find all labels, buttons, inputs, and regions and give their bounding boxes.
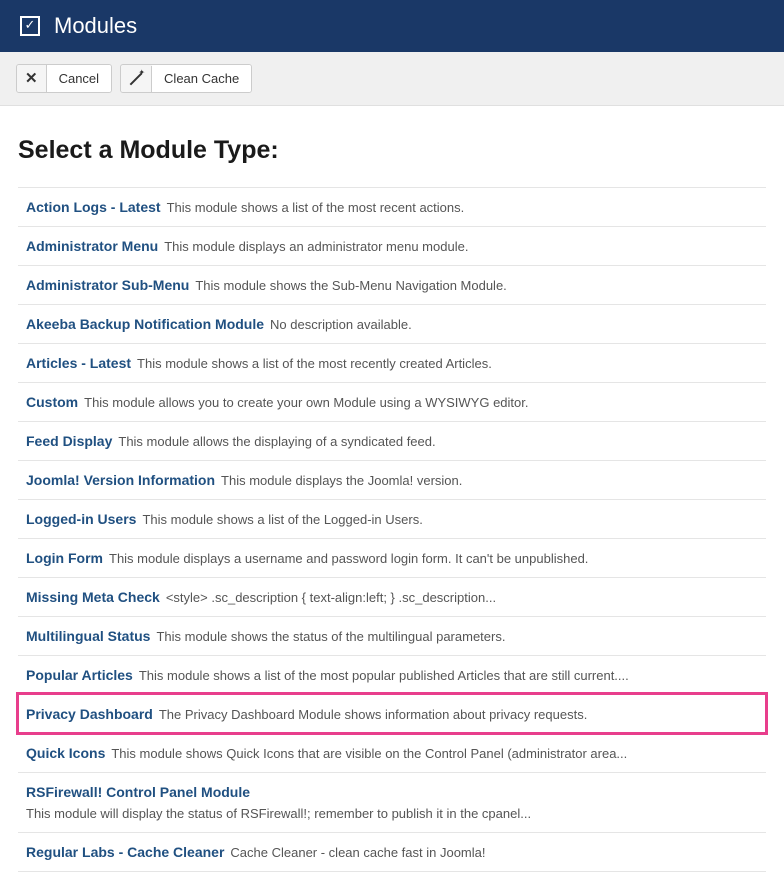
module-name: RSFirewall! Control Panel Module [26, 784, 250, 800]
module-name: Multilingual Status [26, 628, 150, 644]
module-description: This module shows the status of the mult… [156, 629, 505, 644]
module-description: The Privacy Dashboard Module shows infor… [159, 707, 588, 722]
module-name: Privacy Dashboard [26, 706, 153, 722]
module-name: Login Form [26, 550, 103, 566]
module-description: This module shows Quick Icons that are v… [111, 746, 627, 761]
module-item[interactable]: Feed Display This module allows the displ… [18, 421, 766, 460]
module-name: Administrator Sub-Menu [26, 277, 189, 293]
module-item[interactable]: RSFirewall! Control Panel Module This mod… [18, 772, 766, 832]
module-item[interactable]: Akeeba Backup Notification Module No desc… [18, 304, 766, 343]
module-item[interactable]: Login Form This module displays a usernam… [18, 538, 766, 577]
module-name: Custom [26, 394, 78, 410]
module-name: Articles - Latest [26, 355, 131, 371]
module-item[interactable]: Action Logs - Latest This module shows a … [18, 187, 766, 226]
module-list: Action Logs - Latest This module shows a … [18, 187, 766, 872]
module-description: This module displays a username and pass… [109, 551, 588, 566]
module-name: Popular Articles [26, 667, 133, 683]
module-name: Action Logs - Latest [26, 199, 161, 215]
module-description: This module shows a list of the most pop… [139, 668, 629, 683]
clean-cache-button-label: Clean Cache [152, 65, 251, 92]
module-name: Administrator Menu [26, 238, 158, 254]
module-item[interactable]: Logged-in Users This module shows a list … [18, 499, 766, 538]
module-description: This module shows the Sub-Menu Navigatio… [195, 278, 506, 293]
module-item[interactable]: Administrator Menu This module displays a… [18, 226, 766, 265]
cancel-button-label: Cancel [47, 65, 111, 92]
page-header: Modules [0, 0, 784, 52]
module-name: Logged-in Users [26, 511, 136, 527]
module-name: Missing Meta Check [26, 589, 160, 605]
module-description: This module will display the status of R… [26, 806, 531, 821]
module-item[interactable]: Multilingual Status This module shows the… [18, 616, 766, 655]
module-description: This module displays an administrator me… [164, 239, 468, 254]
module-description: This module shows a list of the most rec… [137, 356, 492, 371]
module-item[interactable]: Regular Labs - Cache Cleaner Cache Cleane… [18, 832, 766, 872]
cancel-button[interactable]: ✕ Cancel [16, 64, 112, 93]
module-item[interactable]: Quick Icons This module shows Quick Icons… [18, 733, 766, 772]
module-name: Joomla! Version Information [26, 472, 215, 488]
module-description: No description available. [270, 317, 412, 332]
module-description: This module shows a list of the most rec… [167, 200, 465, 215]
modules-icon [20, 16, 40, 36]
module-item[interactable]: Administrator Sub-Menu This module shows … [18, 265, 766, 304]
clean-cache-button[interactable]: Clean Cache [120, 64, 252, 93]
module-name: Quick Icons [26, 745, 105, 761]
module-item[interactable]: Privacy Dashboard The Privacy Dashboard M… [18, 694, 766, 733]
module-description: This module shows a list of the Logged-i… [142, 512, 422, 527]
module-name: Feed Display [26, 433, 112, 449]
module-item[interactable]: Missing Meta Check <style> .sc_descriptio… [18, 577, 766, 616]
module-description: <style> .sc_description { text-align:lef… [166, 590, 496, 605]
close-icon: ✕ [17, 65, 47, 92]
module-description: Cache Cleaner - clean cache fast in Joom… [230, 845, 485, 860]
module-description: This module allows the displaying of a s… [118, 434, 435, 449]
module-name: Akeeba Backup Notification Module [26, 316, 264, 332]
wand-icon [121, 66, 152, 92]
module-item[interactable]: Popular Articles This module shows a list… [18, 655, 766, 694]
module-item[interactable]: Custom This module allows you to create y… [18, 382, 766, 421]
toolbar: ✕ Cancel Clean Cache [0, 52, 784, 106]
module-item[interactable]: Joomla! Version Information This module d… [18, 460, 766, 499]
module-item[interactable]: Articles - Latest This module shows a lis… [18, 343, 766, 382]
module-description: This module displays the Joomla! version… [221, 473, 462, 488]
content-area: Select a Module Type: Action Logs - Late… [0, 106, 784, 872]
module-description: This module allows you to create your ow… [84, 395, 528, 410]
module-name: Regular Labs - Cache Cleaner [26, 844, 224, 860]
page-title: Modules [54, 13, 137, 39]
page-heading: Select a Module Type: [18, 136, 766, 165]
